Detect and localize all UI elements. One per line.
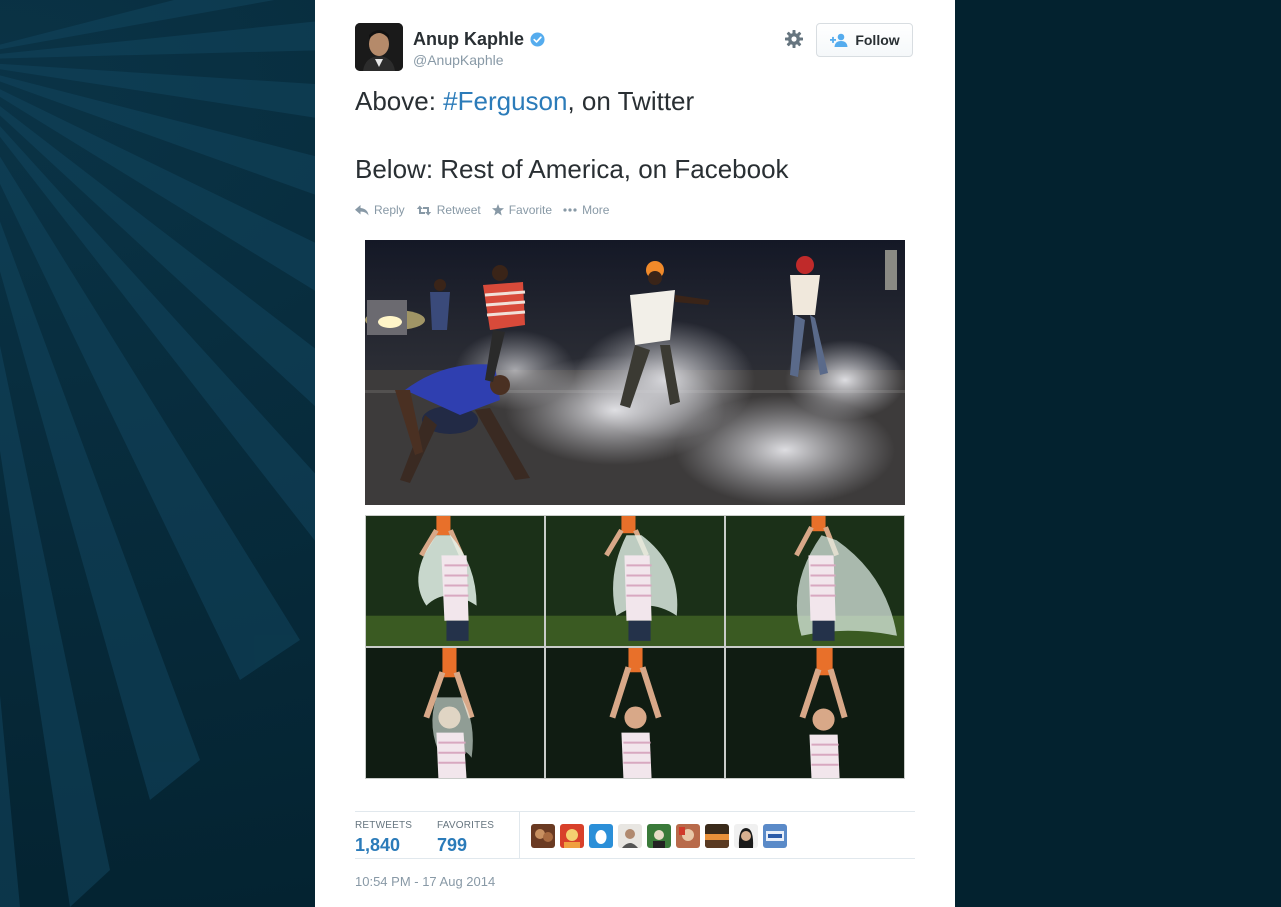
ice-bucket-frame bbox=[366, 648, 544, 778]
star-icon bbox=[491, 204, 504, 216]
favoriter-avatar[interactable] bbox=[560, 824, 584, 848]
favoriter-avatar[interactable] bbox=[705, 824, 729, 848]
author-avatar[interactable] bbox=[355, 23, 403, 71]
hashtag-link[interactable]: #Ferguson bbox=[443, 86, 567, 116]
favoriter-avatar[interactable] bbox=[618, 824, 642, 848]
stats-top-divider bbox=[355, 811, 915, 812]
retweet-label: Retweet bbox=[436, 203, 481, 217]
retweet-action[interactable]: Retweet bbox=[416, 203, 481, 217]
favorite-label: Favorite bbox=[508, 203, 553, 217]
favoriter-avatar[interactable] bbox=[531, 824, 555, 848]
tweet-text-line2: Below: Rest of America, on Facebook bbox=[355, 154, 789, 184]
tweet-card: Anup Kaphle @AnupKaphle Follow Above: #F… bbox=[315, 0, 955, 907]
favorites-count: 799 bbox=[437, 835, 468, 855]
ice-bucket-frame bbox=[546, 516, 724, 646]
verified-badge-icon bbox=[530, 32, 545, 47]
more-label: More bbox=[582, 203, 610, 217]
reply-action[interactable]: Reply bbox=[355, 203, 405, 217]
tweet-actions: Reply Retweet Favorite More bbox=[355, 203, 609, 217]
tweet-text-prefix: Above: bbox=[355, 86, 444, 116]
ice-bucket-frame bbox=[366, 516, 544, 646]
reply-icon bbox=[355, 204, 369, 215]
ice-bucket-frame bbox=[726, 648, 904, 778]
favoriter-avatars bbox=[531, 824, 787, 848]
follow-label: Follow bbox=[855, 32, 900, 48]
ice-bucket-frame bbox=[726, 516, 904, 646]
favoriter-avatar[interactable] bbox=[763, 824, 787, 848]
tweet-text: Above: #Ferguson, on Twitter Below: Rest… bbox=[355, 84, 915, 186]
tweet-text-suffix: , on Twitter bbox=[567, 86, 695, 116]
follow-button[interactable]: Follow bbox=[816, 23, 913, 57]
ice-bucket-frame bbox=[546, 648, 724, 778]
follow-person-icon bbox=[830, 33, 848, 47]
tweet-photo-ice-bucket-grid[interactable] bbox=[365, 515, 905, 779]
retweets-label: RETWEETS bbox=[355, 820, 413, 831]
tweet-timestamp[interactable]: 10:54 PM - 17 Aug 2014 bbox=[355, 874, 495, 889]
retweet-icon bbox=[416, 205, 431, 215]
default-egg-avatar[interactable] bbox=[589, 824, 613, 848]
favorite-action[interactable]: Favorite bbox=[491, 203, 553, 217]
favoriter-avatar[interactable] bbox=[676, 824, 700, 848]
more-action[interactable]: More bbox=[563, 203, 609, 217]
tweet-photo-ferguson[interactable] bbox=[365, 240, 905, 505]
author-name[interactable]: Anup Kaphle bbox=[413, 29, 524, 50]
retweets-count: 1,840 bbox=[355, 835, 401, 855]
stats-bottom-divider bbox=[355, 858, 915, 859]
favoriter-avatar[interactable] bbox=[734, 824, 758, 848]
favorites-stat[interactable]: FAVORITES 799 bbox=[437, 820, 494, 856]
retweets-stat[interactable]: RETWEETS 1,840 bbox=[355, 820, 412, 856]
favorites-label: FAVORITES bbox=[437, 820, 495, 831]
author-handle[interactable]: @AnupKaphle bbox=[413, 52, 504, 68]
more-dots-icon bbox=[563, 208, 577, 212]
stats-separator bbox=[519, 812, 520, 858]
reply-label: Reply bbox=[374, 203, 405, 217]
favoriter-avatar[interactable] bbox=[647, 824, 671, 848]
gear-icon[interactable] bbox=[784, 29, 804, 49]
